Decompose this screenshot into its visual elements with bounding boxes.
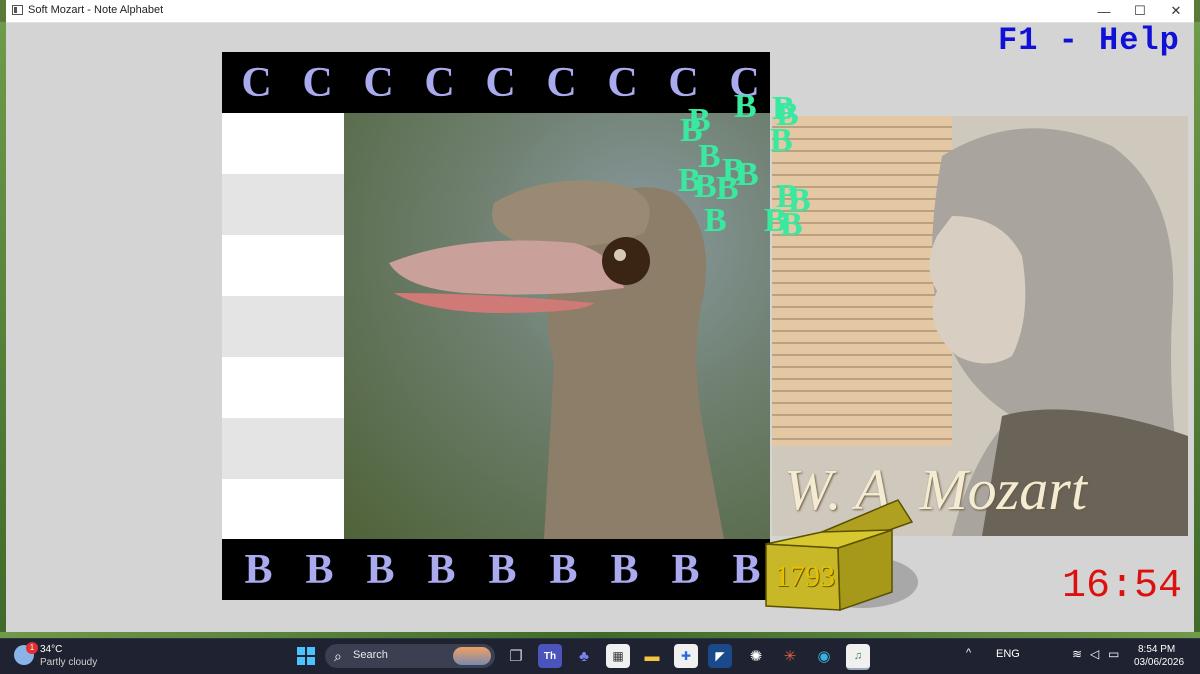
- top-note[interactable]: C: [226, 52, 287, 113]
- chest-illustration: [765, 499, 918, 612]
- key-stripe[interactable]: [222, 418, 344, 479]
- note-burst-effect: B B B B B B B B B B B B B B B B B: [672, 88, 812, 248]
- language-indicator[interactable]: ENG: [996, 648, 1020, 660]
- taskbar: 1 34°C Partly cloudy ENG ^ ≋ ◁ ▭ 8:54 PM…: [0, 638, 1200, 674]
- maximize-button[interactable]: ☐: [1122, 0, 1158, 22]
- minimize-button[interactable]: —: [1086, 0, 1122, 22]
- search-label: Search: [353, 649, 388, 661]
- key-stripe[interactable]: [222, 357, 344, 418]
- edge-icon[interactable]: ◉: [812, 644, 836, 668]
- mozart-portrait: W. A. Mozart: [772, 116, 1188, 536]
- top-note[interactable]: C: [592, 52, 653, 113]
- chevron-up-icon[interactable]: ^: [966, 647, 971, 659]
- top-note[interactable]: C: [348, 52, 409, 113]
- search-icon: ⌕: [334, 648, 342, 664]
- game-timer: 16:54: [1062, 564, 1183, 609]
- key-stripe[interactable]: [222, 174, 344, 235]
- key-stripe[interactable]: [222, 113, 344, 174]
- burst-note: B: [736, 156, 759, 193]
- bottom-note[interactable]: B: [411, 539, 472, 600]
- bottom-note[interactable]: B: [472, 539, 533, 600]
- top-note[interactable]: C: [470, 52, 531, 113]
- spark-icon[interactable]: ✳: [778, 644, 802, 668]
- bottom-note[interactable]: B: [228, 539, 289, 600]
- bottom-note[interactable]: B: [655, 539, 716, 600]
- desktop-background-right: [1194, 22, 1200, 632]
- treasure-chest-icon[interactable]: [762, 496, 918, 614]
- weather-badge: 1: [26, 642, 38, 654]
- store-icon[interactable]: ▦: [606, 644, 630, 668]
- top-note[interactable]: C: [409, 52, 470, 113]
- file-explorer-icon[interactable]: ▬: [640, 644, 664, 668]
- app-icon[interactable]: ✚: [674, 644, 698, 668]
- clock-time[interactable]: 8:54 PM: [1138, 644, 1175, 655]
- top-note[interactable]: C: [287, 52, 348, 113]
- clock-date[interactable]: 03/06/2026: [1134, 657, 1184, 668]
- task-view-icon[interactable]: ❐: [504, 644, 528, 668]
- bottom-note[interactable]: B: [289, 539, 350, 600]
- weather-desc[interactable]: Partly cloudy: [40, 657, 97, 668]
- windows-start-icon[interactable]: [294, 644, 318, 668]
- bottom-note-row: B B B B B B B B B: [222, 539, 770, 600]
- volume-icon[interactable]: ◁: [1090, 647, 1099, 661]
- bottom-note[interactable]: B: [594, 539, 655, 600]
- bottom-note[interactable]: B: [533, 539, 594, 600]
- window-title: Soft Mozart - Note Alphabet: [28, 4, 164, 16]
- burst-note: B: [770, 122, 793, 159]
- score-counter: 1793: [775, 560, 835, 593]
- close-button[interactable]: ✕: [1158, 0, 1194, 22]
- taskbar-search[interactable]: ⌕ Search: [325, 644, 495, 668]
- battery-icon[interactable]: ▭: [1108, 647, 1119, 661]
- title-bar[interactable]: Soft Mozart - Note Alphabet — ☐ ✕: [6, 0, 1194, 23]
- soft-mozart-icon[interactable]: ♫: [846, 644, 870, 670]
- wifi-icon[interactable]: ≋: [1072, 647, 1082, 661]
- key-stripe[interactable]: [222, 235, 344, 296]
- teams-icon[interactable]: Th: [538, 644, 562, 668]
- burst-note: B: [694, 168, 717, 205]
- burst-note: B: [734, 88, 757, 125]
- chatgpt-icon[interactable]: ✺: [744, 644, 768, 668]
- key-stripe[interactable]: [222, 479, 344, 539]
- app-icon: [12, 5, 23, 15]
- burst-note: B: [780, 206, 803, 243]
- media-icon[interactable]: ◤: [708, 644, 732, 668]
- bottom-note[interactable]: B: [350, 539, 411, 600]
- teams-people-icon[interactable]: ♣: [572, 644, 596, 668]
- search-highlight-image: [453, 647, 491, 665]
- key-stripe[interactable]: [222, 296, 344, 357]
- top-note[interactable]: C: [531, 52, 592, 113]
- help-hint: F1 - Help: [998, 22, 1180, 59]
- burst-note: B: [704, 202, 727, 239]
- weather-temp[interactable]: 34°C: [40, 644, 62, 655]
- key-stripes: [222, 113, 344, 539]
